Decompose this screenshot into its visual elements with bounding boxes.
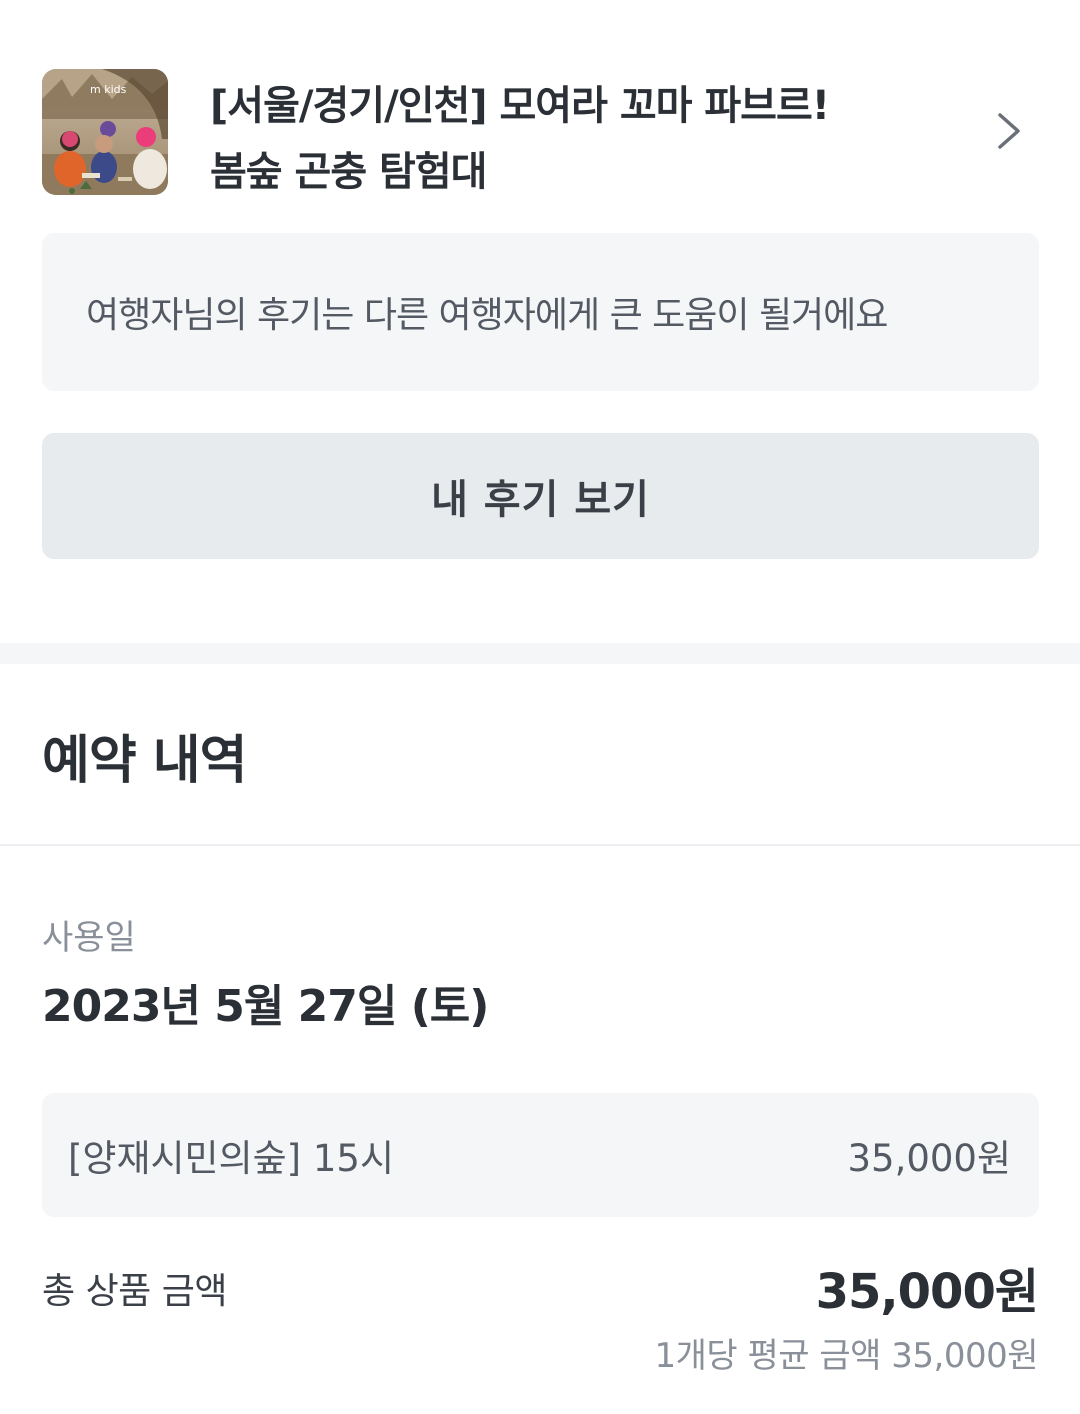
- divider: [0, 844, 1080, 846]
- average-price: 1개당 평균 금액 35,000원: [654, 1336, 1039, 1376]
- section-divider: [0, 643, 1080, 664]
- total-price-value: 35,000원: [815, 1264, 1039, 1320]
- use-date-value: 2023년 5월 27일 (토): [42, 981, 489, 1032]
- product-title-line1: [서울/경기/인천] 모여라 꼬마 파브르!: [210, 83, 830, 129]
- chevron-right-icon[interactable]: [992, 109, 1028, 153]
- option-price: 35,000원: [847, 1137, 1011, 1180]
- my-review-button-label: 내 후기 보기: [431, 477, 650, 523]
- product-title-line2: 봄숲 곤충 탐험대: [210, 149, 487, 195]
- use-date-label: 사용일: [42, 918, 136, 958]
- product-thumbnail: m kids: [42, 69, 168, 195]
- option-name: [양재시민의숲] 15시: [68, 1137, 394, 1180]
- review-hint-text: 여행자님의 후기는 다른 여행자에게 큰 도움이 될거에요: [86, 295, 888, 336]
- my-review-button[interactable]: 내 후기 보기: [42, 433, 1039, 559]
- product-card[interactable]: m kids [서울/경기/인천] 모여라 꼬마 파브르! 봄숲 곤충 탐험대: [42, 69, 1038, 195]
- option-row: [양재시민의숲] 15시 35,000원: [42, 1093, 1039, 1217]
- thumbnail-logo-text: m kids: [90, 83, 127, 96]
- total-price-label: 총 상품 금액: [42, 1271, 228, 1312]
- product-title[interactable]: [서울/경기/인천] 모여라 꼬마 파브르! 봄숲 곤충 탐험대: [210, 73, 970, 205]
- reservation-section-title: 예약 내역: [42, 731, 247, 791]
- review-hint-box: 여행자님의 후기는 다른 여행자에게 큰 도움이 될거에요: [42, 233, 1039, 391]
